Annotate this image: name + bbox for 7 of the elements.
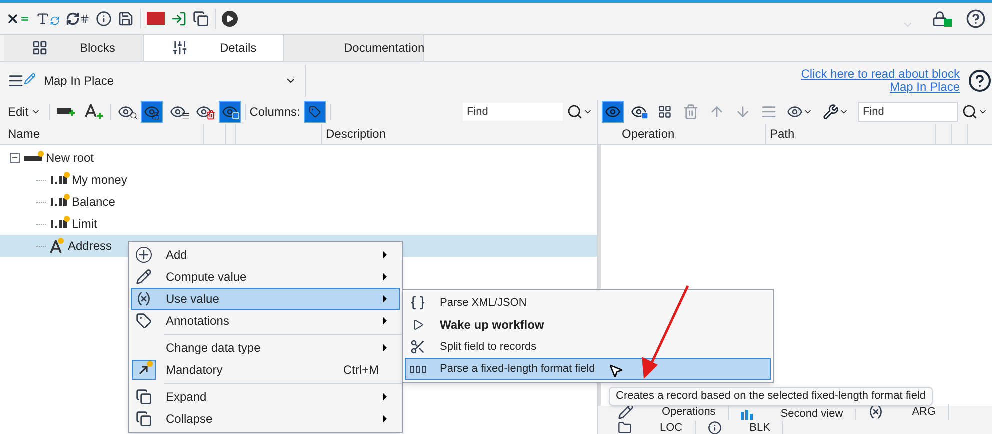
tree-item-label: My money <box>72 172 128 189</box>
tree-item-label: Limit <box>72 216 98 233</box>
tooltip: Creates a record based on the selected fixed-length format field <box>609 387 934 406</box>
columns-label: Columns: <box>250 104 300 121</box>
tree-item-label: Balance <box>72 194 116 211</box>
tree-item-label: New root <box>46 150 94 167</box>
tree-item-label: Address <box>68 238 112 255</box>
